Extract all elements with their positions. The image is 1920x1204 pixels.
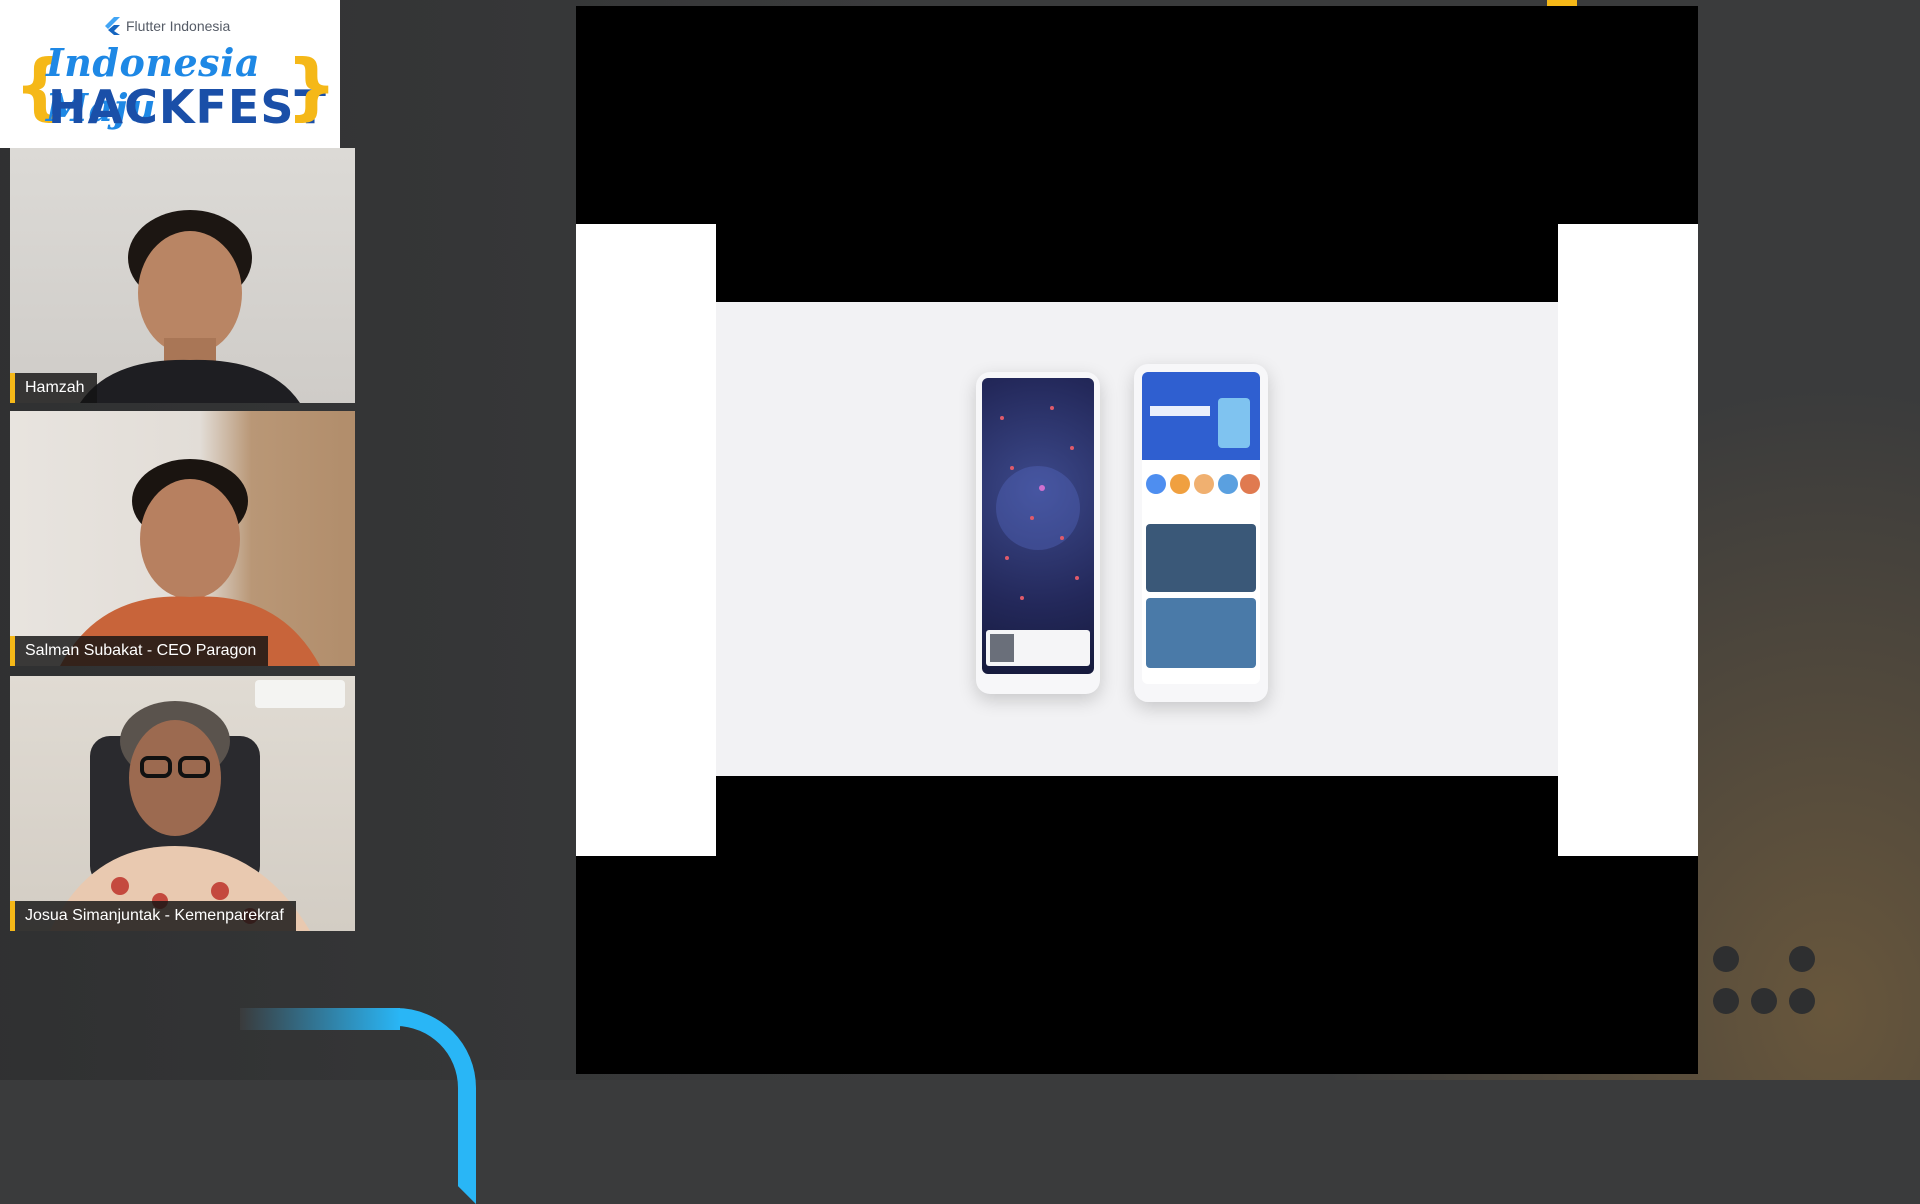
participant-name-tag: Salman Subakat - CEO Paragon (10, 636, 269, 666)
flutter-logo-icon (105, 17, 120, 35)
flutter-indonesia-label: Flutter Indonesia (104, 17, 230, 35)
participant-video-tile[interactable]: Josua Simanjuntak - Kemenparekraf (10, 676, 355, 931)
decorative-arc-fade (240, 1008, 400, 1030)
event-logo: Flutter Indonesia { Indonesia Maju HACKF… (0, 0, 340, 148)
decorative-dot (1713, 946, 1739, 972)
participant-name: Josua Simanjuntak - Kemenparekraf (25, 907, 284, 924)
phone-screen-left (982, 378, 1094, 674)
video-frame (716, 302, 1558, 776)
participant-name: Salman Subakat - CEO Paragon (25, 642, 257, 659)
participant-avatar (80, 210, 300, 403)
phone-mockup-left (976, 372, 1100, 694)
decorative-dot (1789, 988, 1815, 1014)
phone-mockup-right (1134, 364, 1268, 702)
participant-video-tile[interactable]: Hamzah (10, 148, 355, 403)
decorative-dot (1789, 946, 1815, 972)
travel-app-ui (1142, 372, 1260, 668)
participant-name: Hamzah (25, 379, 85, 396)
decorative-dot (1713, 988, 1739, 1014)
participant-video-tile[interactable]: Salman Subakat - CEO Paragon (10, 411, 355, 666)
logo-brace-right: } (286, 44, 338, 128)
participant-name-tag: Josua Simanjuntak - Kemenparekraf (10, 901, 296, 931)
shared-screen[interactable] (576, 6, 1698, 1074)
participant-name-tag: Hamzah (10, 373, 97, 403)
particle-visual (986, 406, 1090, 666)
participant-avatar (50, 701, 310, 931)
decorative-dot (1751, 988, 1777, 1014)
logo-org-text: Flutter Indonesia (126, 18, 231, 34)
phone-screen-right (1142, 372, 1260, 684)
participant-avatar (60, 459, 320, 666)
decorative-arc (240, 1008, 476, 1204)
